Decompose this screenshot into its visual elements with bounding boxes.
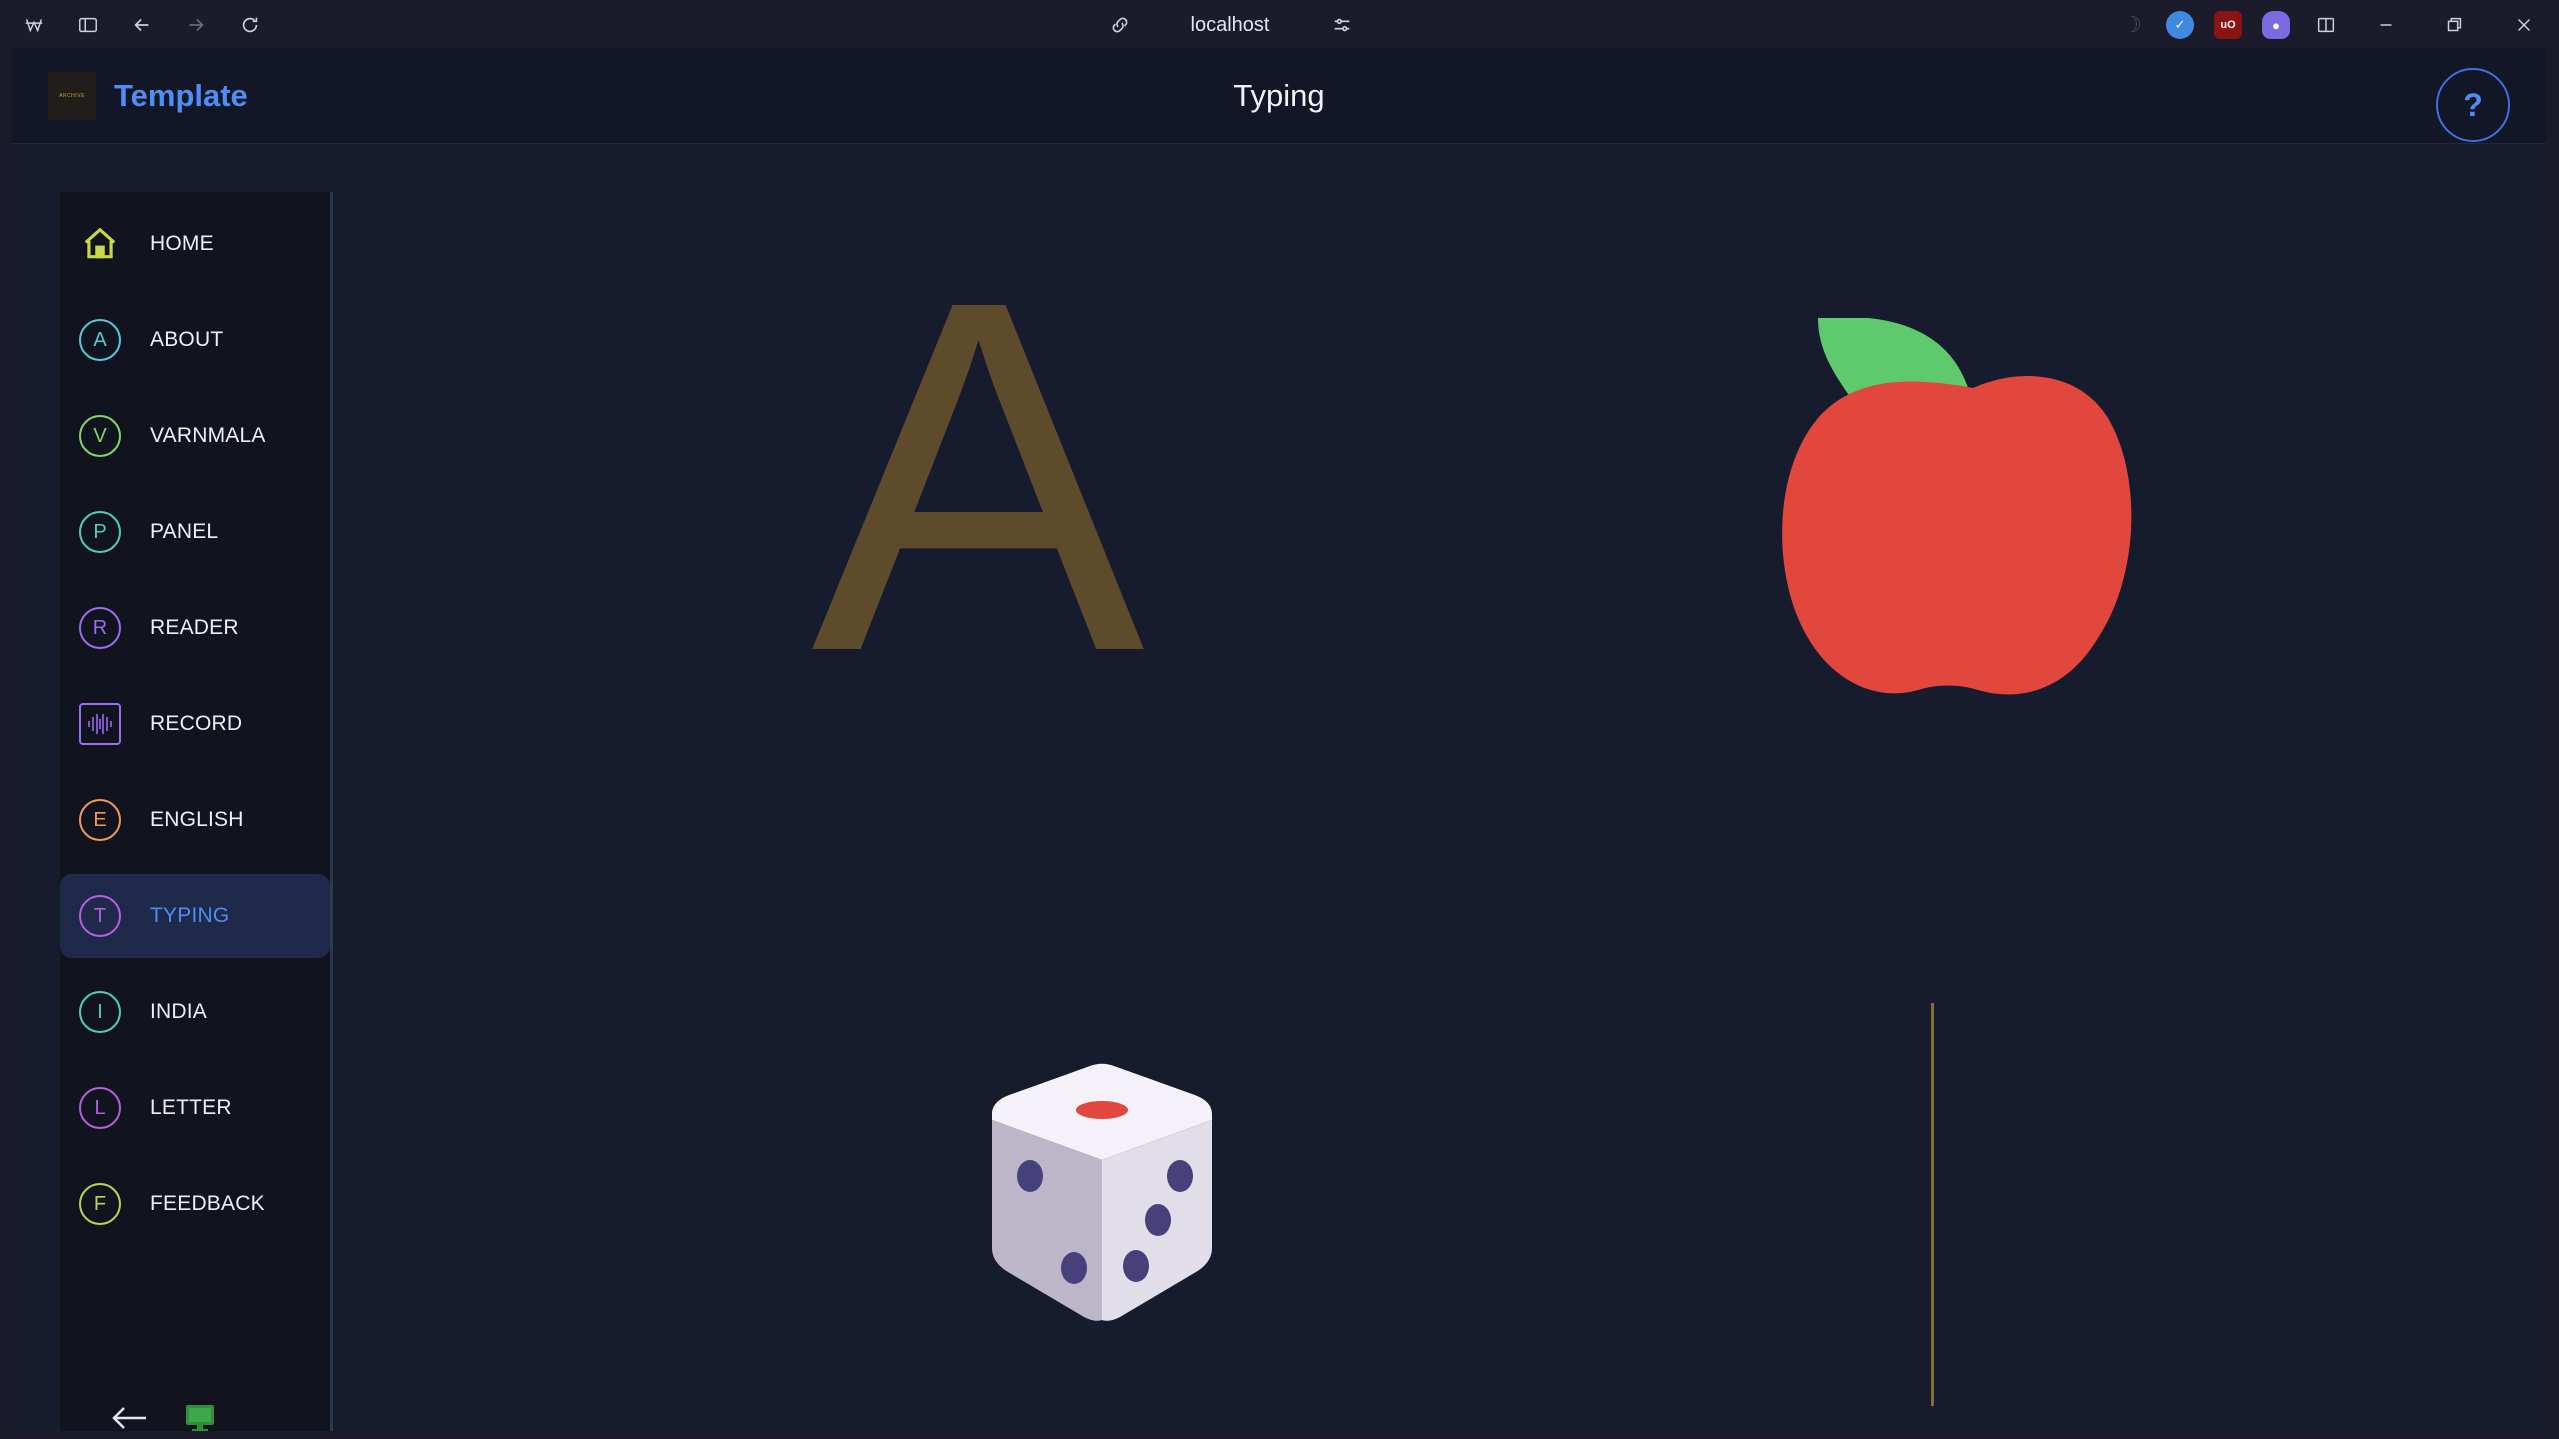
sidebar-item-feedback[interactable]: F FEEDBACK — [60, 1162, 330, 1246]
collapse-arrow-icon[interactable] — [108, 1400, 152, 1431]
sidebar-item-english[interactable]: E ENGLISH — [60, 778, 330, 862]
letter-e-icon: E — [79, 799, 121, 841]
site-settings-icon[interactable] — [1324, 8, 1360, 42]
typing-cursor — [1931, 1003, 1934, 1406]
ublock-icon[interactable]: uO — [2214, 11, 2242, 39]
app-header: ARCHIVE Template Typing ? — [12, 48, 2546, 144]
letter-l-icon: L — [79, 1087, 121, 1129]
sidebar-item-label: VARNMALA — [150, 424, 266, 447]
brand-title[interactable]: Template — [114, 78, 248, 114]
restore-icon[interactable] — [2436, 8, 2472, 42]
back-icon[interactable] — [124, 8, 160, 42]
address-bar[interactable]: localhost — [1140, 6, 1320, 44]
sidebar-item-typing[interactable]: T TYPING — [60, 874, 330, 958]
sidebar-item-letter[interactable]: L LETTER — [60, 1066, 330, 1150]
sidebar-item-label: FEEDBACK — [150, 1192, 265, 1215]
help-button[interactable]: ? — [2436, 68, 2510, 142]
sidebar-item-label: ABOUT — [150, 328, 224, 351]
typing-letter: A — [811, 196, 1145, 755]
close-icon[interactable] — [2506, 8, 2542, 42]
sidebar-item-record[interactable]: RECORD — [60, 682, 330, 766]
sidebar-item-home[interactable]: HOME — [60, 202, 330, 286]
link-icon[interactable] — [1102, 8, 1138, 42]
sidebar-item-label: ENGLISH — [150, 808, 244, 831]
minimize-icon[interactable] — [2368, 8, 2404, 42]
sidebar-item-label: READER — [150, 616, 239, 639]
apple-icon — [1778, 316, 2168, 718]
sidebar-item-label: PANEL — [150, 520, 219, 543]
monitor-icon[interactable] — [180, 1400, 220, 1431]
letter-i-icon: I — [79, 991, 121, 1033]
browser-toolbar: localhost ☽ ✓ uO ● — [0, 0, 2559, 50]
moon-icon[interactable]: ☽ — [2118, 11, 2146, 39]
dice-icon — [972, 1058, 1232, 1338]
app-window: ARCHIVE Template Typing ? HOME A ABOUT V… — [12, 48, 2546, 1431]
sidebar-item-varnmala[interactable]: V VARNMALA — [60, 394, 330, 478]
ghost-extension-icon[interactable]: ● — [2262, 11, 2290, 39]
forward-icon[interactable] — [178, 8, 214, 42]
sidebar-item-panel[interactable]: P PANEL — [60, 490, 330, 574]
audio-wave-icon — [79, 703, 121, 745]
sidebar-item-label: LETTER — [150, 1096, 232, 1119]
sidebar-item-label: TYPING — [150, 904, 230, 927]
page-title: Typing — [1233, 78, 1325, 113]
sidebar-item-label: RECORD — [150, 712, 243, 735]
sidebar-item-about[interactable]: A ABOUT — [60, 298, 330, 382]
letter-r-icon: R — [79, 607, 121, 649]
sidebar-item-reader[interactable]: R READER — [60, 586, 330, 670]
logo[interactable]: ARCHIVE — [48, 72, 96, 120]
home-icon — [79, 223, 121, 265]
split-view-icon[interactable] — [2308, 8, 2344, 42]
sidebar-item-label: HOME — [150, 232, 214, 255]
letter-v-icon: V — [79, 415, 121, 457]
sidebar-toggle-icon[interactable] — [70, 8, 106, 42]
letter-t-icon: T — [79, 895, 121, 937]
sidebar-item-label: INDIA — [150, 1000, 208, 1023]
extension-blue-icon[interactable]: ✓ — [2166, 11, 2194, 39]
sidebar-item-india[interactable]: I INDIA — [60, 970, 330, 1054]
logo-text: ARCHIVE — [59, 93, 85, 99]
letter-a-icon: A — [79, 319, 121, 361]
browser-menu-icon[interactable] — [16, 8, 52, 42]
sidebar: HOME A ABOUT V VARNMALA P PANEL R READER… — [60, 192, 333, 1431]
letter-f-icon: F — [79, 1183, 121, 1225]
letter-p-icon: P — [79, 511, 121, 553]
reload-icon[interactable] — [232, 8, 268, 42]
